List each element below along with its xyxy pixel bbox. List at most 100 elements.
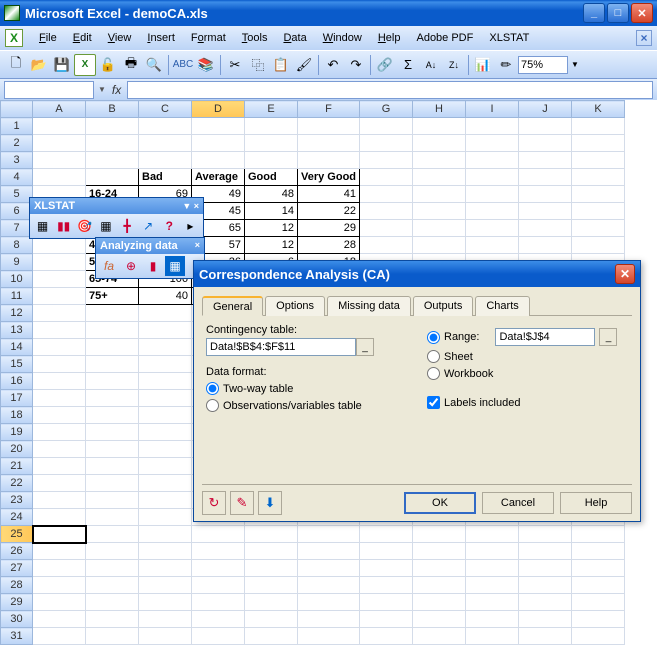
column-header[interactable]: K [572,101,625,118]
cell[interactable] [413,577,466,594]
cell[interactable] [33,407,86,424]
cell[interactable] [33,526,86,543]
cell[interactable] [139,543,192,560]
menu-data[interactable]: Data [275,29,314,47]
cell[interactable] [192,594,245,611]
checkbox-labels-included[interactable]: Labels included [427,396,628,409]
radio-range[interactable]: Range: Data!$J$4 _ [427,328,628,346]
format-painter-icon[interactable]: 🖌 [293,54,315,76]
menu-edit[interactable]: Edit [65,29,100,47]
menu-help[interactable]: Help [370,29,409,47]
cell[interactable] [413,135,466,152]
row-header[interactable]: 13 [1,322,33,339]
cell[interactable] [86,356,139,373]
menu-insert[interactable]: Insert [139,29,183,47]
cell[interactable] [139,356,192,373]
help-button[interactable]: Help [560,492,632,514]
analyzing-data-toolbar[interactable]: Analyzing data× fa ⊕ ▮ ▦ [95,237,205,279]
cell[interactable]: 28 [298,237,360,254]
cell[interactable] [413,560,466,577]
cell[interactable] [86,475,139,492]
sort-asc-icon[interactable]: A↓ [420,54,442,76]
xlstat-toolbar[interactable]: XLSTAT▼ × ▦ ▮▮ 🎯 ▦ ╋ ↗ ? ▸ [29,197,204,239]
fx-label[interactable]: fx [106,83,127,97]
column-header[interactable]: B [86,101,139,118]
cell[interactable] [360,628,413,645]
toolbar-close-icon[interactable]: × [195,240,200,252]
cell[interactable]: Very Good [298,169,360,186]
cell[interactable] [466,526,519,543]
cell[interactable] [86,390,139,407]
cell[interactable] [413,186,466,203]
cell[interactable] [298,118,360,135]
cell[interactable] [572,203,625,220]
cell[interactable] [298,594,360,611]
close-workbook-button[interactable]: × [636,30,652,46]
cell[interactable] [139,339,192,356]
cell[interactable] [572,220,625,237]
cell[interactable] [33,475,86,492]
cell[interactable] [360,560,413,577]
cell[interactable] [33,390,86,407]
cell[interactable] [86,322,139,339]
reset-button[interactable]: ↻ [202,491,226,515]
cell[interactable] [33,373,86,390]
cell[interactable] [519,220,572,237]
cell[interactable] [139,526,192,543]
cell[interactable] [86,424,139,441]
spelling-icon[interactable]: ABC [172,54,194,76]
cell[interactable] [33,424,86,441]
cell[interactable] [86,611,139,628]
select-all-corner[interactable] [1,101,33,118]
row-header[interactable]: 11 [1,288,33,305]
cell[interactable] [33,543,86,560]
menu-tools[interactable]: Tools [234,29,276,47]
cell[interactable]: 14 [245,203,298,220]
menu-view[interactable]: View [100,29,140,47]
cell[interactable] [33,492,86,509]
autosum-icon[interactable]: Σ [397,54,419,76]
cell[interactable] [33,611,86,628]
pca-icon[interactable]: ⊕ [121,256,141,276]
name-box-dropdown-icon[interactable]: ▼ [98,85,106,94]
new-icon[interactable]: 🗋 [5,54,27,76]
cell[interactable] [413,203,466,220]
column-header[interactable]: I [466,101,519,118]
row-header[interactable]: 17 [1,390,33,407]
cell[interactable] [360,543,413,560]
cell[interactable] [413,611,466,628]
row-header[interactable]: 8 [1,237,33,254]
cell[interactable] [139,373,192,390]
cell[interactable] [413,220,466,237]
cell[interactable] [572,577,625,594]
cell[interactable] [572,611,625,628]
cell[interactable] [519,152,572,169]
xlstat-test-icon[interactable]: ↗ [139,216,158,236]
xlstat-model-icon[interactable]: ╋ [118,216,137,236]
row-header[interactable]: 6 [1,203,33,220]
row-header[interactable]: 5 [1,186,33,203]
cell[interactable] [86,577,139,594]
cell[interactable] [360,594,413,611]
cell[interactable] [33,509,86,526]
cell[interactable] [33,118,86,135]
sort-desc-icon[interactable]: Z↓ [443,54,465,76]
cell[interactable] [466,543,519,560]
cell[interactable] [33,254,86,271]
cell[interactable] [572,594,625,611]
cell[interactable] [192,611,245,628]
cell[interactable] [33,169,86,186]
menu-window[interactable]: Window [315,29,370,47]
row-header[interactable]: 16 [1,373,33,390]
cell[interactable] [572,237,625,254]
cell[interactable] [139,135,192,152]
cell[interactable] [86,373,139,390]
column-header[interactable]: D [192,101,245,118]
cell[interactable]: 40 [139,288,192,305]
xlstat-analyze-icon[interactable]: ▦ [96,216,115,236]
cell[interactable] [572,118,625,135]
radio-two-way-table[interactable]: Two-way table [206,382,407,395]
cell[interactable] [519,577,572,594]
permissions-icon[interactable]: 🔓 [97,54,119,76]
cell[interactable] [33,305,86,322]
